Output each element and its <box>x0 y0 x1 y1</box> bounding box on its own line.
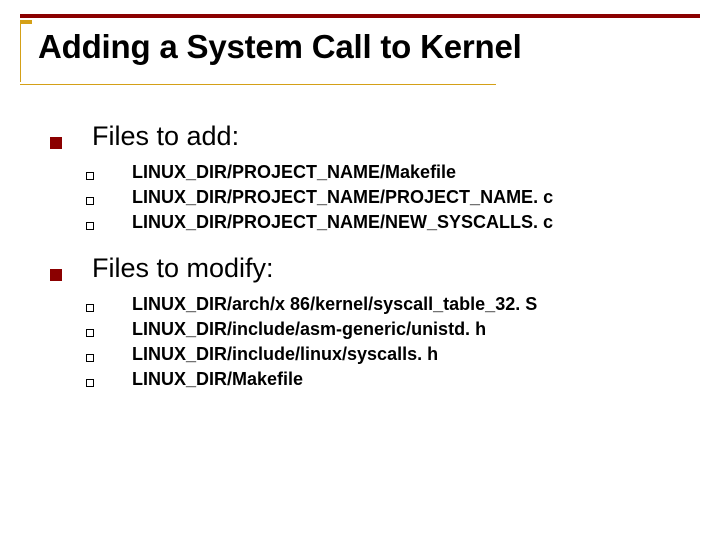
slide-title: Adding a System Call to Kernel <box>32 20 528 82</box>
slide: Adding a System Call to Kernel Files to … <box>0 0 720 540</box>
list-item: LINUX_DIR/PROJECT_NAME/PROJECT_NAME. c <box>132 187 553 208</box>
square-bullet-icon <box>50 137 62 149</box>
section-files-to-modify: Files to modify: LINUX_DIR/arch/x 86/ker… <box>50 253 690 390</box>
hollow-square-bullet-icon <box>86 379 94 387</box>
section-heading: Files to modify: <box>92 253 274 284</box>
hollow-square-bullet-icon <box>86 172 94 180</box>
hollow-square-bullet-icon <box>86 197 94 205</box>
bullet-level2: LINUX_DIR/PROJECT_NAME/PROJECT_NAME. c <box>86 187 690 208</box>
bullet-level2: LINUX_DIR/Makefile <box>86 369 690 390</box>
list-item: LINUX_DIR/include/asm-generic/unistd. h <box>132 319 486 340</box>
bullet-level2: LINUX_DIR/include/linux/syscalls. h <box>86 344 690 365</box>
bullet-level1: Files to modify: <box>50 253 690 284</box>
hollow-square-bullet-icon <box>86 304 94 312</box>
slide-body: Files to add: LINUX_DIR/PROJECT_NAME/Mak… <box>20 85 700 390</box>
bullet-level2: LINUX_DIR/include/asm-generic/unistd. h <box>86 319 690 340</box>
list-item: LINUX_DIR/PROJECT_NAME/Makefile <box>132 162 456 183</box>
square-bullet-icon <box>50 269 62 281</box>
hollow-square-bullet-icon <box>86 329 94 337</box>
section-heading: Files to add: <box>92 121 239 152</box>
title-row: Adding a System Call to Kernel <box>20 20 700 82</box>
bullet-level2: LINUX_DIR/PROJECT_NAME/NEW_SYSCALLS. c <box>86 212 690 233</box>
hollow-square-bullet-icon <box>86 354 94 362</box>
list-item: LINUX_DIR/Makefile <box>132 369 303 390</box>
list-item: LINUX_DIR/PROJECT_NAME/NEW_SYSCALLS. c <box>132 212 553 233</box>
list-item: LINUX_DIR/arch/x 86/kernel/syscall_table… <box>132 294 537 315</box>
list-item: LINUX_DIR/include/linux/syscalls. h <box>132 344 438 365</box>
bullet-level1: Files to add: <box>50 121 690 152</box>
title-rule-red <box>20 14 700 18</box>
title-accent <box>20 20 32 82</box>
section-files-to-add: Files to add: LINUX_DIR/PROJECT_NAME/Mak… <box>50 121 690 233</box>
bullet-level2: LINUX_DIR/PROJECT_NAME/Makefile <box>86 162 690 183</box>
bullet-level2: LINUX_DIR/arch/x 86/kernel/syscall_table… <box>86 294 690 315</box>
hollow-square-bullet-icon <box>86 222 94 230</box>
